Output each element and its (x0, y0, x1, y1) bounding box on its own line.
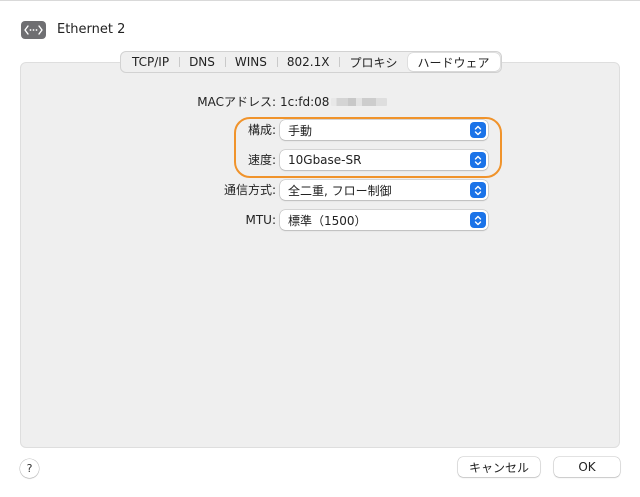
configure-label: 構成: (247, 123, 276, 137)
speed-value: 10Gbase-SR (288, 153, 362, 167)
configure-value: 手動 (288, 123, 313, 138)
mtu-value: 標準（1500） (288, 213, 367, 228)
mac-address-redaction (331, 98, 388, 106)
ethernet-arrows-icon (21, 21, 46, 39)
duplex-label: 通信方式: (223, 183, 276, 197)
tab-hardware[interactable]: ハードウェア (407, 53, 500, 71)
mtu-popup[interactable]: 標準（1500） (280, 210, 488, 230)
speed-popup[interactable]: 10Gbase-SR (280, 150, 488, 170)
help-button[interactable]: ? (20, 459, 39, 478)
duplex-popup[interactable]: 全二重, フロー制御 (280, 180, 488, 200)
duplex-value: 全二重, フロー制御 (288, 183, 392, 198)
tab-tcpip[interactable]: TCP/IP (122, 53, 179, 71)
configure-popup[interactable]: 手動 (280, 120, 488, 140)
tab-proxy[interactable]: プロキシ (339, 53, 407, 71)
tab-8021x[interactable]: 802.1X (276, 53, 340, 71)
tab-dns[interactable]: DNS (179, 53, 225, 71)
speed-label: 速度: (247, 153, 276, 167)
ok-button[interactable]: OK (554, 457, 620, 477)
chevron-updown-icon (470, 122, 486, 138)
mac-address-value: 1c:fd:08 (280, 93, 388, 111)
mac-address-text: 1c:fd:08 (280, 95, 330, 109)
tab-bar: TCP/IP DNS WINS 802.1X プロキシ ハードウェア (120, 51, 502, 73)
mac-address-label: MACアドレス: (197, 95, 276, 109)
cancel-button[interactable]: キャンセル (458, 457, 540, 477)
mtu-label: MTU: (245, 213, 276, 227)
window-top-border (0, 0, 640, 1)
chevron-updown-icon (470, 212, 486, 228)
chevron-updown-icon (470, 152, 486, 168)
interface-name: Ethernet 2 (57, 22, 126, 37)
chevron-updown-icon (470, 182, 486, 198)
tab-wins[interactable]: WINS (224, 53, 277, 71)
